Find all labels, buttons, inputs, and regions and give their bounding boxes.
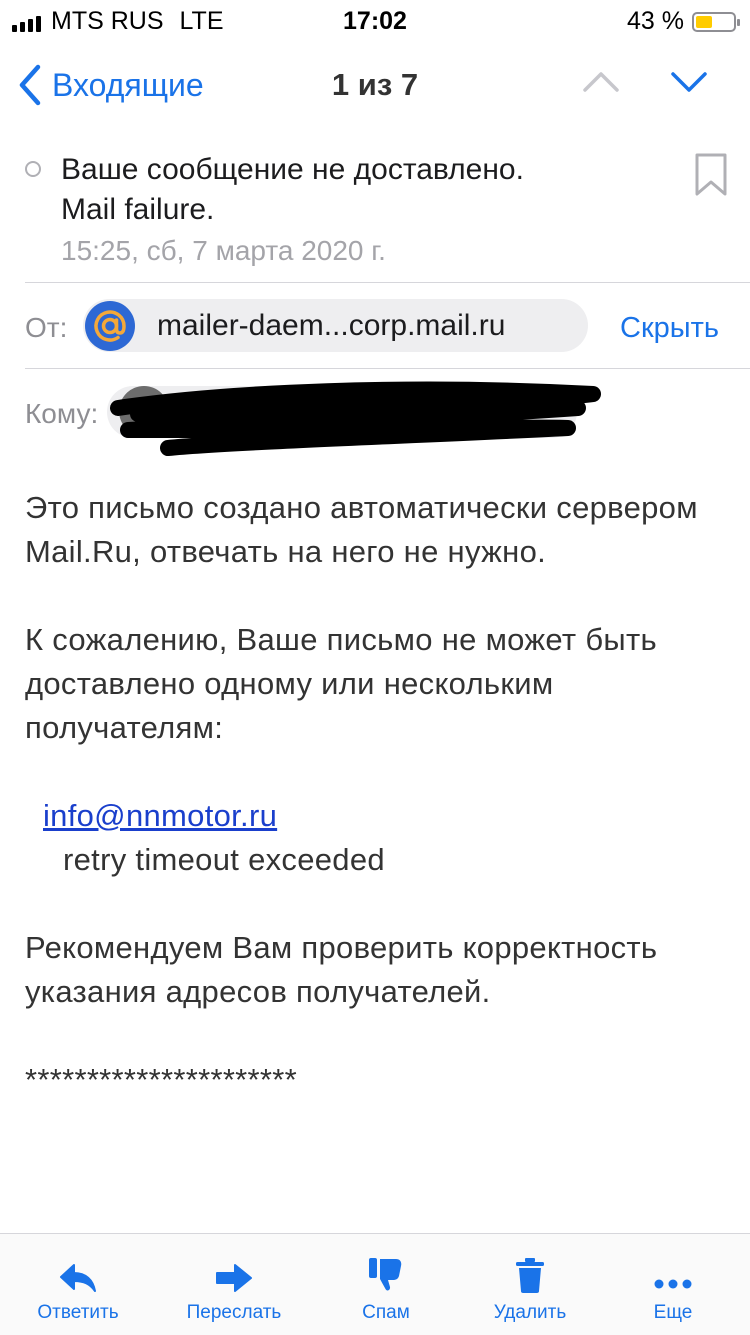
trash-icon — [516, 1258, 544, 1293]
more-label: Еще — [653, 1302, 693, 1323]
spam-label: Спам — [362, 1302, 410, 1323]
reply-label: Ответить — [37, 1302, 119, 1323]
forward-arrow-icon — [216, 1264, 252, 1292]
hide-details-button[interactable]: Скрыть — [620, 312, 719, 345]
body-paragraph: Это письмо создано автоматически серверо… — [25, 490, 698, 569]
reply-icon — [60, 1264, 96, 1292]
message-body: Это письмо создано автоматически серверо… — [25, 486, 730, 1146]
body-paragraph: К сожалению, Ваше письмо не может быть д… — [25, 622, 657, 745]
sender-address: mailer-daem...corp.mail.ru — [157, 308, 506, 342]
failed-address-link[interactable]: info@nnmotor.ru — [43, 798, 277, 833]
bookmark-icon — [695, 153, 727, 196]
delete-button[interactable]: Удалить — [483, 1234, 577, 1335]
forward-button[interactable]: Переслать — [176, 1234, 292, 1335]
divider — [25, 282, 750, 283]
chevron-down-icon — [671, 72, 707, 92]
redaction-scribble — [110, 381, 601, 456]
body-divider-text: ********************** — [25, 1062, 298, 1097]
delete-label: Удалить — [493, 1302, 567, 1323]
more-dots-icon — [654, 1279, 692, 1289]
previous-message-button[interactable] — [582, 70, 620, 99]
to-label: Кому: — [25, 398, 99, 429]
more-button[interactable]: Еще — [644, 1234, 702, 1335]
body-paragraph: Рекомендуем Вам проверить корректность у… — [25, 930, 658, 1009]
subject-line-1: Ваше сообщение не доставлено. — [61, 153, 524, 186]
status-bar: MTS RUS LTE 17:02 43 % — [0, 0, 750, 40]
unread-indicator-icon[interactable] — [25, 161, 41, 177]
from-label: От: — [25, 312, 68, 343]
failure-reason: retry timeout exceeded — [63, 842, 385, 877]
at-sign-icon — [94, 309, 126, 342]
message-counter: 1 из 7 — [331, 67, 419, 102]
navigation-bar: Входящие 1 из 7 — [0, 40, 750, 130]
battery-icon — [692, 11, 740, 32]
message-date: 15:25, сб, 7 марта 2020 г. — [61, 235, 386, 266]
thumbs-down-icon — [369, 1258, 402, 1291]
reply-button[interactable]: Ответить — [26, 1234, 130, 1335]
divider — [25, 368, 750, 369]
forward-label: Переслать — [186, 1302, 282, 1323]
battery-percent: 43 % — [627, 7, 684, 35]
sender-chip[interactable]: mailer-daem...corp.mail.ru — [83, 299, 588, 352]
chevron-up-icon — [583, 72, 619, 92]
sender-avatar — [85, 300, 135, 351]
message-subject: Ваше сообщение не доставлено. Mail failu… — [61, 150, 661, 230]
bottom-toolbar: Ответить Переслать Спам Удалить Еще — [0, 1233, 750, 1335]
subject-line-2: Mail failure. — [61, 193, 215, 226]
spam-button[interactable]: Спам — [350, 1234, 422, 1335]
flag-button[interactable] — [693, 152, 729, 203]
next-message-button[interactable] — [670, 70, 708, 99]
failed-address-row: info@nnmotor.ru — [43, 794, 730, 838]
